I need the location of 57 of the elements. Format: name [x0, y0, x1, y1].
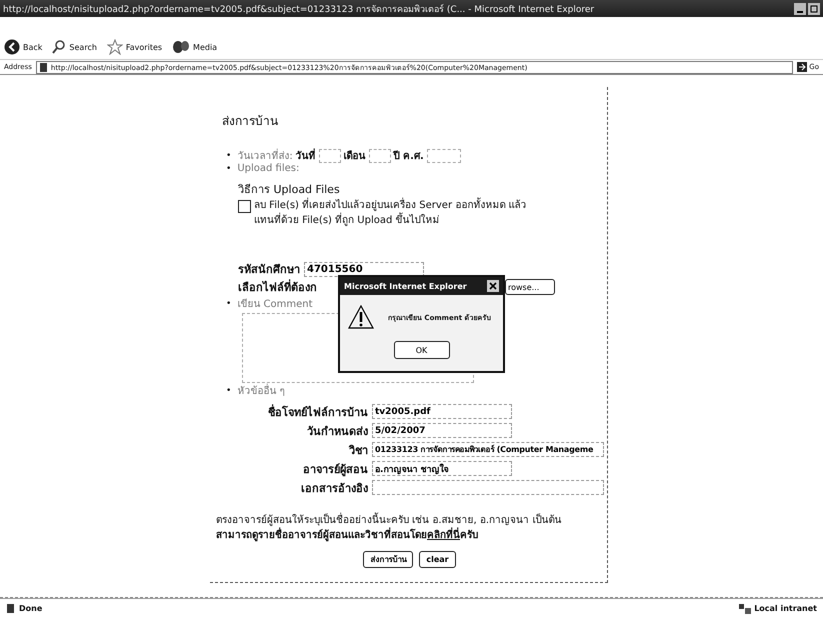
network-icon — [739, 604, 752, 614]
field-label: ปี ค.ศ. — [394, 149, 424, 163]
form-button[interactable]: ส่งการบ้าน — [363, 551, 414, 568]
bullet: • — [226, 298, 232, 308]
page-heading: ส่งการบ้าน — [222, 113, 279, 130]
close-icon[interactable] — [487, 280, 499, 292]
browse-button[interactable]: rowse... — [505, 279, 555, 295]
ok-button[interactable]: OK — [394, 341, 450, 359]
field-label: ชื่อโจทย์ไฟล์การบ้าน — [267, 403, 368, 420]
zone-text: Local intranet — [754, 604, 817, 613]
day-field[interactable] — [318, 148, 341, 162]
field-label: รหัสนักศึกษา — [238, 262, 300, 278]
note-text: ตรงอาจารย์ผู้สอนให้ระบุเป็นชื่ออย่างนี้นะครับ เช่น อ.สมชาย, อ.กาญจนา เป็นต้น — [216, 513, 607, 528]
link[interactable]: คลิกที่นี่ — [427, 530, 460, 541]
field-label: วันที่ — [296, 148, 316, 163]
arrow-icon — [797, 62, 808, 72]
text-field[interactable]: อ.กาญจนา ชาญใจ — [372, 461, 512, 476]
field-label: วันกำหนดส่ง — [306, 424, 368, 440]
search-icon — [52, 40, 66, 54]
maximize-icon[interactable] — [808, 2, 820, 14]
checkbox[interactable] — [238, 200, 251, 213]
text-field[interactable]: tv2005.pdf — [372, 404, 512, 419]
toolbar-button[interactable]: Media — [172, 40, 218, 54]
note-text: สามารถดูรายชื่ออาจารย์ผู้สอนและวิชาที่สอนโดยคลิกที่นี่ครับ — [216, 528, 607, 543]
field-label: วันเวลาที่ส่ง: — [237, 148, 293, 163]
toolbar-button[interactable]: Back — [4, 39, 42, 55]
bullet: • — [226, 150, 232, 160]
page-icon — [38, 62, 48, 72]
section-label: Upload files: — [237, 163, 300, 174]
star-icon — [106, 39, 123, 55]
month-field[interactable] — [368, 148, 391, 162]
field-label: เอกสารอ้างอิง — [300, 480, 368, 496]
page-icon — [6, 604, 16, 614]
field-label: เลือกไฟล์ที่ต้องก — [238, 278, 317, 296]
year-field[interactable] — [426, 148, 461, 162]
student-id-field[interactable]: 47015560 — [304, 262, 424, 276]
text-field[interactable]: 01233123 การจัดการคอมพิวเตอร์ (Computer Manageme — [372, 442, 604, 457]
section-label: หัวข้ออื่น ๆ — [237, 383, 284, 398]
bullet: • — [226, 386, 232, 396]
section-label: เขียน Comment — [237, 298, 312, 311]
field-label: วิชา — [348, 442, 368, 458]
form-button[interactable]: clear — [419, 551, 456, 568]
toolbar-button[interactable]: Search — [52, 40, 97, 54]
warning-icon — [348, 305, 374, 329]
dialog-title: Microsoft Internet Explorer — [344, 282, 467, 290]
text-field[interactable] — [372, 480, 604, 495]
field-label: อาจารย์ผู้สอน — [302, 462, 368, 478]
media-icon — [172, 40, 190, 54]
window-title: http://localhost/nisitupload2.php?ordername=tv2005.pdf&subject=01233123 การจัดการคอมพิวเตอร์ (C... - Microsoft Internet Explorer — [3, 3, 594, 16]
toolbar-button[interactable]: Favorites — [106, 39, 162, 55]
status-text: Done — [19, 604, 42, 613]
field-label: เดือน — [344, 149, 366, 163]
checkbox-label: ลบ File(s) ที่เคยส่งไปแล้วอยู่บนเครื่อง Server ออกทั้งหมด แล้วแทนที่ด้วย File(s) ที่ถูก Upload ขึ้นไปใหม่ — [254, 198, 528, 228]
bullet: • — [226, 164, 232, 174]
section-title: วิธีการ Upload Files — [238, 182, 341, 198]
text-field[interactable]: 5/02/2007 — [372, 423, 512, 438]
minimize-icon[interactable] — [794, 2, 806, 14]
